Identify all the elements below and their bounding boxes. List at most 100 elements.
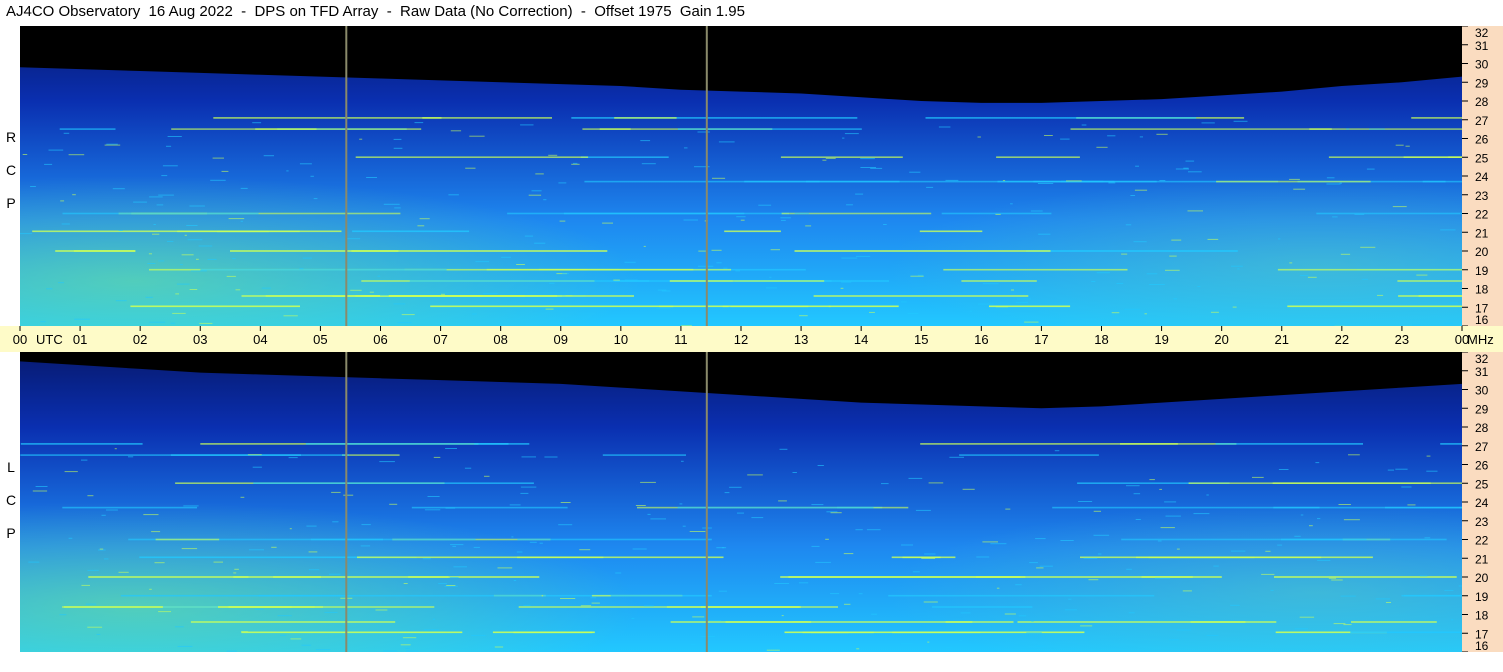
noise-speckle: [288, 457, 298, 459]
noise-speckle: [1035, 538, 1046, 540]
noise-speckle: [383, 650, 398, 652]
noise-speckle: [149, 321, 166, 323]
noise-speckle: [990, 543, 1007, 545]
noise-speckle: [632, 548, 647, 550]
noise-speckle: [261, 287, 271, 289]
frequency-tick-label: 23: [1475, 189, 1489, 203]
noise-speckle: [977, 136, 981, 138]
noise-speckle: [1440, 229, 1456, 231]
noise-speckle: [1126, 485, 1140, 487]
noise-speckle: [982, 541, 998, 543]
frequency-tick-label: 29: [1475, 76, 1489, 90]
frequency-tick-label: 28: [1475, 95, 1489, 109]
noise-speckle: [290, 638, 302, 640]
noise-speckle: [509, 504, 521, 506]
noise-speckle: [716, 547, 725, 549]
noise-speckle: [240, 187, 248, 189]
interference-band-segment: [32, 230, 269, 233]
noise-speckle: [302, 257, 312, 259]
noise-speckle: [1182, 590, 1192, 592]
noise-speckle: [87, 626, 103, 628]
noise-speckle: [433, 456, 441, 458]
interference-band-segment: [352, 230, 470, 233]
noise-speckle: [822, 159, 827, 161]
noise-speckle: [433, 618, 436, 620]
noise-speckle: [1039, 565, 1053, 567]
noise-speckle: [529, 541, 537, 543]
noise-speckle: [718, 590, 727, 592]
noise-speckle: [1278, 238, 1281, 240]
noise-speckle: [1420, 575, 1428, 577]
interference-band-segment: [902, 556, 956, 559]
noise-speckle: [624, 279, 638, 281]
interference-band-segment: [1017, 621, 1277, 623]
noise-speckle: [1197, 286, 1201, 287]
noise-speckle: [1340, 253, 1351, 255]
noise-speckle: [501, 256, 511, 258]
interference-band-segment: [1026, 250, 1238, 252]
noise-speckle: [815, 561, 831, 563]
time-tick-label: 10: [614, 332, 628, 347]
noise-speckle: [313, 198, 318, 200]
frequency-tick-label: 20: [1475, 245, 1489, 259]
frequency-tick-label: 22: [1475, 534, 1489, 548]
interference-band-segment: [1422, 180, 1462, 183]
noise-speckle: [401, 314, 415, 316]
noise-speckle: [424, 629, 439, 631]
frequency-tick-label: 21: [1475, 552, 1489, 566]
noise-speckle: [1300, 514, 1304, 516]
noise-speckle: [613, 279, 620, 281]
noise-speckle: [1332, 216, 1338, 218]
noise-speckle: [641, 163, 656, 165]
noise-speckle: [1317, 559, 1331, 561]
noise-speckle: [908, 477, 923, 479]
noise-speckle: [1146, 273, 1158, 275]
noise-speckle: [728, 306, 731, 308]
noise-speckle: [44, 163, 53, 165]
noise-speckle: [1309, 525, 1313, 527]
noise-speckle: [901, 544, 913, 546]
noise-speckle: [106, 143, 118, 145]
noise-speckle: [855, 529, 863, 531]
noise-speckle: [414, 122, 424, 124]
noise-speckle: [1187, 210, 1203, 212]
interference-band-segment: [813, 295, 1029, 297]
noise-speckle: [640, 481, 656, 483]
noise-speckle: [181, 548, 198, 550]
time-tick-label: 11: [674, 332, 688, 347]
noise-speckle: [684, 147, 688, 149]
noise-speckle: [74, 318, 90, 320]
noise-speckle: [615, 572, 622, 574]
noise-speckle: [805, 225, 812, 227]
noise-speckle: [711, 249, 722, 251]
frequency-tick-label: 19: [1475, 264, 1489, 278]
noise-speckle: [960, 612, 971, 614]
noise-speckle: [747, 474, 763, 476]
noise-speckle: [643, 605, 654, 607]
time-tick-label: 14: [854, 332, 868, 347]
noise-speckle: [1354, 213, 1365, 215]
noise-speckle: [1159, 180, 1166, 181]
noise-speckle: [1016, 298, 1031, 300]
noise-speckle: [1064, 609, 1078, 611]
noise-speckle: [1299, 616, 1315, 618]
interference-band-segment: [1277, 268, 1462, 271]
noise-speckle: [1207, 238, 1219, 240]
noise-speckle: [544, 456, 558, 458]
interference-band-segment: [355, 156, 589, 158]
noise-speckle: [1405, 145, 1410, 147]
noise-speckle: [682, 525, 686, 527]
noise-speckle: [1080, 625, 1093, 627]
noise-speckle: [183, 505, 199, 507]
noise-speckle: [308, 569, 320, 571]
noise-speckle: [379, 461, 395, 463]
noise-speckle: [115, 300, 127, 302]
noise-speckle: [213, 561, 223, 563]
noise-speckle: [970, 310, 973, 312]
noise-speckle: [1165, 515, 1181, 517]
noise-speckle: [226, 650, 237, 652]
time-tick-label: 17: [1034, 332, 1048, 347]
noise-speckle: [393, 138, 402, 140]
interference-band-segment: [310, 538, 476, 541]
noise-speckle: [438, 583, 447, 585]
